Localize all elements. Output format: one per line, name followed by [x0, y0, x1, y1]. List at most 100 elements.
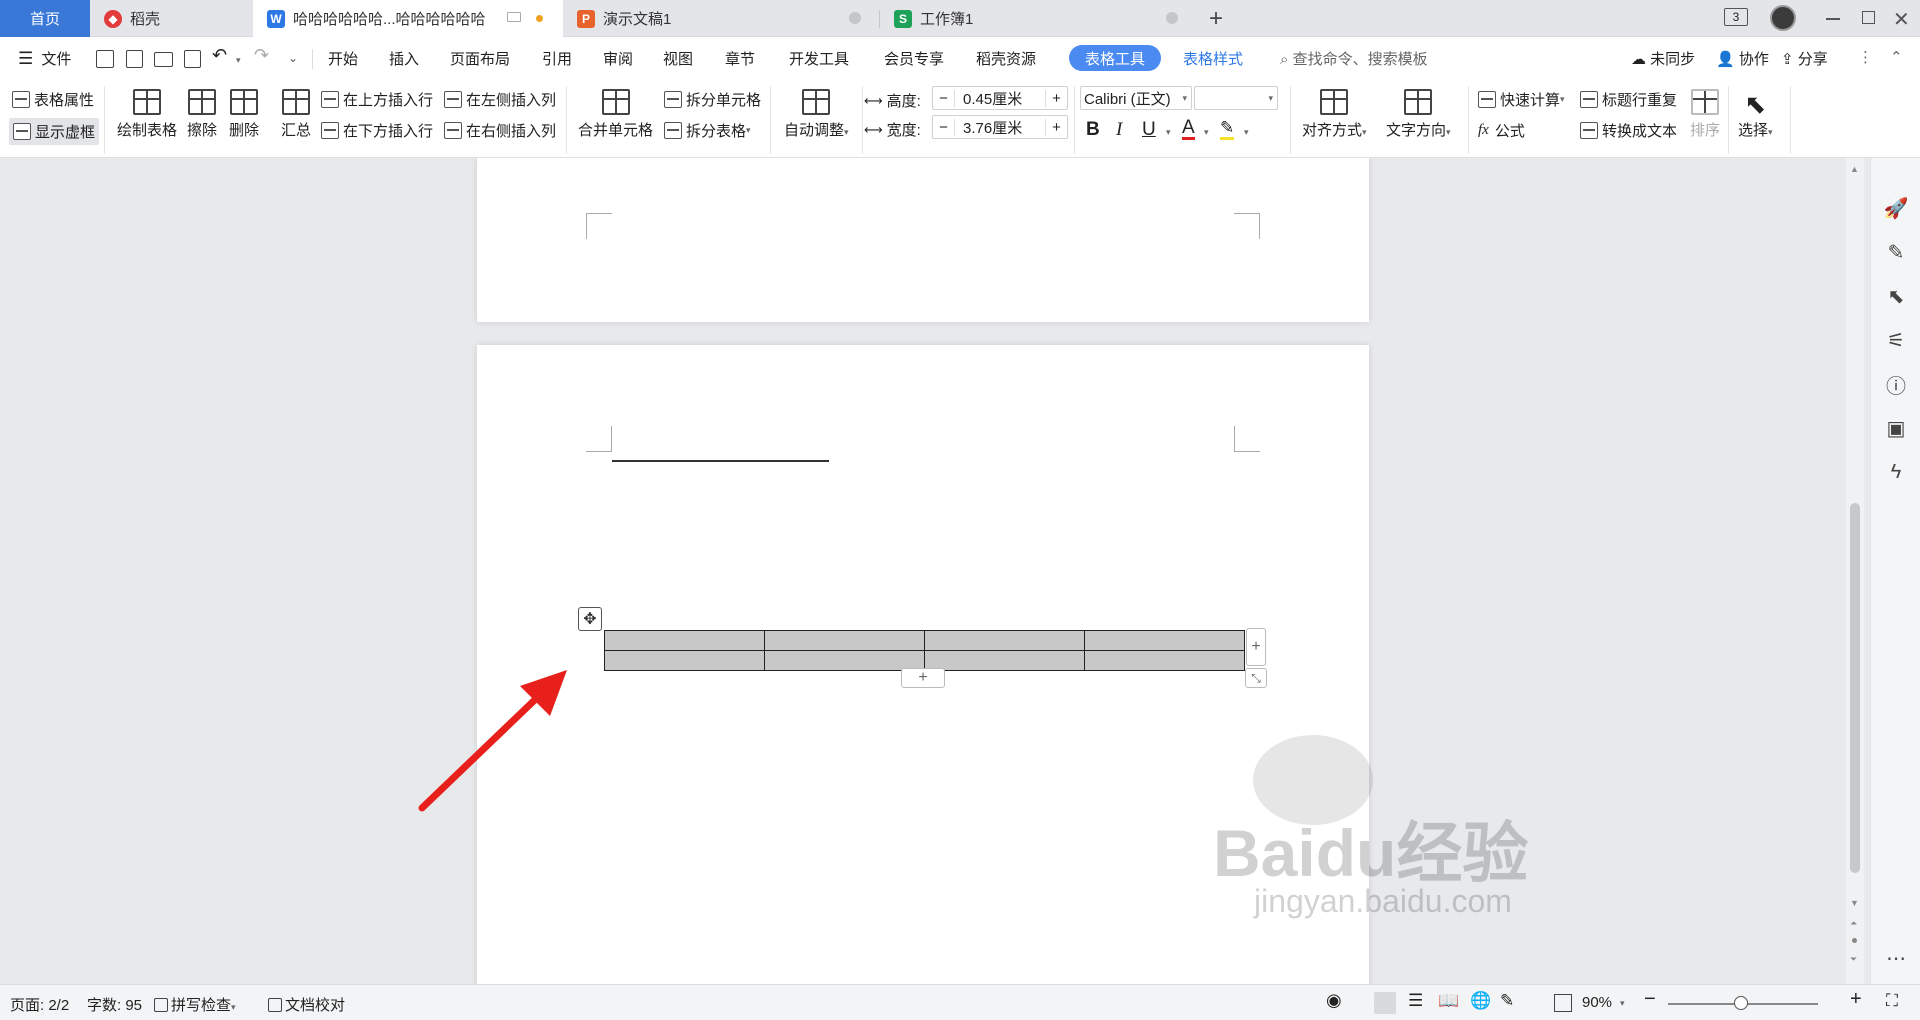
fit-page-icon[interactable]: [1554, 994, 1572, 1012]
table-cell[interactable]: [604, 630, 765, 651]
table-cell[interactable]: [1084, 630, 1245, 651]
font-color-dropdown-icon[interactable]: ▾: [1204, 127, 1209, 138]
share-button[interactable]: ⇪ 分享: [1781, 48, 1828, 69]
close-icon[interactable]: ✕: [1893, 7, 1910, 32]
menu-developer[interactable]: 开发工具: [789, 48, 849, 69]
sync-status[interactable]: ☁ 未同步: [1631, 48, 1695, 69]
menu-table-style[interactable]: 表格样式: [1183, 48, 1243, 69]
table-cell[interactable]: [924, 630, 1085, 651]
menu-insert[interactable]: 插入: [389, 48, 419, 69]
menu-member[interactable]: 会员专享: [884, 48, 944, 69]
formula-button[interactable]: fx 公式: [1478, 120, 1525, 141]
show-gridlines-button[interactable]: 显示虚框: [9, 118, 100, 145]
menu-review[interactable]: 审阅: [603, 48, 633, 69]
font-name-select[interactable]: Calibri (正文) ▾: [1080, 86, 1192, 110]
print-icon[interactable]: [154, 52, 173, 67]
undo-icon[interactable]: ↶: [212, 45, 227, 66]
more-icon[interactable]: ⋮: [1858, 48, 1873, 66]
underline-dropdown-icon[interactable]: ▾: [1166, 127, 1171, 138]
table-properties-button[interactable]: 表格属性: [12, 89, 94, 110]
word-count[interactable]: 字数: 95: [87, 994, 142, 1015]
table-cell[interactable]: [604, 650, 765, 671]
table-move-handle[interactable]: ✥: [578, 607, 602, 631]
insert-col-right-button[interactable]: 在右侧插入列: [444, 120, 556, 141]
table-cell[interactable]: [924, 650, 1085, 671]
avatar[interactable]: [1770, 5, 1796, 31]
menu-page-layout[interactable]: 页面布局: [450, 48, 510, 69]
tab-close-icon[interactable]: [1166, 12, 1178, 24]
page-nav-dot[interactable]: [1852, 938, 1857, 943]
select-button[interactable]: ⬉ 选择▾: [1738, 89, 1773, 140]
italic-button[interactable]: I: [1116, 119, 1122, 141]
tab-close-icon[interactable]: [849, 12, 861, 24]
page-1[interactable]: [477, 158, 1369, 322]
eye-icon[interactable]: ◉: [1326, 990, 1342, 1011]
tab-document[interactable]: W 哈哈哈哈哈哈...哈哈哈哈哈哈: [253, 0, 563, 37]
increment-button[interactable]: +: [1045, 89, 1067, 107]
page-2[interactable]: ✥ + + ⤡ Baidu经验 jingyan.baidu.com: [477, 345, 1528, 984]
menu-docer-resources[interactable]: 稻壳资源: [976, 48, 1036, 69]
fullscreen-icon[interactable]: ⛶: [1886, 991, 1898, 1011]
scroll-up-icon[interactable]: ▲: [1850, 164, 1859, 174]
collaborate-button[interactable]: 👤 协作: [1716, 48, 1769, 69]
auto-fit-button[interactable]: 自动调整▾: [784, 89, 849, 140]
zoom-out-button[interactable]: −: [1644, 988, 1656, 1011]
tab-presentation[interactable]: P 演示文稿1: [563, 0, 879, 37]
align-button[interactable]: 对齐方式▾: [1302, 89, 1367, 140]
draw-table-button[interactable]: 绘制表格: [117, 89, 177, 140]
export-pdf-icon[interactable]: [126, 50, 143, 68]
highlight-dropdown-icon[interactable]: ▾: [1244, 127, 1249, 138]
undo-dropdown-icon[interactable]: ▾: [236, 55, 241, 66]
split-cells-button[interactable]: 拆分单元格: [664, 89, 761, 110]
repeat-header-button[interactable]: 标题行重复: [1580, 89, 1677, 110]
outline-view-icon[interactable]: ☰: [1408, 991, 1423, 1011]
zoom-slider[interactable]: [1668, 996, 1818, 1010]
more-horizontal-icon[interactable]: ⋯: [1884, 946, 1908, 970]
table-cell[interactable]: [1084, 650, 1245, 671]
summary-button[interactable]: 汇总: [281, 89, 311, 140]
tab-home[interactable]: 首页: [0, 0, 90, 37]
web-view-icon[interactable]: 🌐: [1470, 991, 1491, 1011]
width-stepper[interactable]: − 3.76厘米 +: [932, 115, 1068, 139]
reading-view-icon[interactable]: 📖: [1438, 991, 1459, 1011]
convert-to-text-button[interactable]: 转换成文本: [1580, 120, 1677, 141]
tab-docer[interactable]: ◆ 稻壳: [90, 0, 253, 37]
erase-button[interactable]: 擦除: [187, 89, 217, 140]
tab-spreadsheet[interactable]: S 工作簿1: [880, 0, 1196, 37]
restore-icon[interactable]: [1862, 11, 1875, 24]
minimize-icon[interactable]: [1826, 18, 1840, 20]
menu-view[interactable]: 视图: [663, 48, 693, 69]
spell-check-button[interactable]: 拼写检查▾: [154, 994, 236, 1015]
split-table-button[interactable]: 拆分表格 ▾: [664, 120, 751, 141]
insert-row-below-button[interactable]: 在下方插入行: [321, 120, 433, 141]
delete-button[interactable]: 删除: [229, 89, 259, 140]
underline-button[interactable]: U: [1142, 119, 1156, 141]
search-box[interactable]: ⌕ 查找命令、搜索模板: [1280, 48, 1428, 69]
add-column-button[interactable]: +: [1246, 628, 1266, 666]
scroll-down-icon[interactable]: ▼: [1850, 898, 1859, 908]
write-mode-icon[interactable]: ✎: [1500, 991, 1514, 1011]
collapse-ribbon-icon[interactable]: ⌃: [1890, 48, 1903, 66]
rocket-icon[interactable]: 🚀: [1884, 196, 1909, 220]
menu-section[interactable]: 章节: [725, 48, 755, 69]
page-view-icon[interactable]: [1374, 992, 1396, 1014]
bold-button[interactable]: B: [1086, 119, 1100, 141]
scroll-thumb[interactable]: [1850, 503, 1860, 873]
next-page-icon[interactable]: ⏷: [1850, 954, 1857, 965]
print-preview-icon[interactable]: [184, 50, 201, 68]
customize-dropdown-icon[interactable]: ⌄: [288, 51, 298, 65]
file-menu[interactable]: ☰ 文件: [18, 48, 71, 69]
zoom-in-button[interactable]: +: [1850, 988, 1862, 1011]
pointer-icon[interactable]: ⬉: [1884, 284, 1908, 308]
menu-references[interactable]: 引用: [542, 48, 572, 69]
zoom-level[interactable]: 90%: [1582, 994, 1612, 1011]
lightning-icon[interactable]: ϟ: [1884, 460, 1908, 484]
prev-page-icon[interactable]: ⏶: [1850, 918, 1857, 929]
merge-cells-button[interactable]: 合并单元格: [578, 89, 653, 140]
add-row-button[interactable]: +: [901, 668, 945, 688]
new-tab-button[interactable]: +: [1204, 0, 1228, 37]
increment-button[interactable]: +: [1045, 118, 1067, 136]
text-direction-button[interactable]: 文字方向▾: [1386, 89, 1451, 140]
vertical-scrollbar[interactable]: ▲ ▼ ⏶ ⏷: [1846, 158, 1864, 984]
redo-icon[interactable]: ↷: [254, 45, 269, 66]
